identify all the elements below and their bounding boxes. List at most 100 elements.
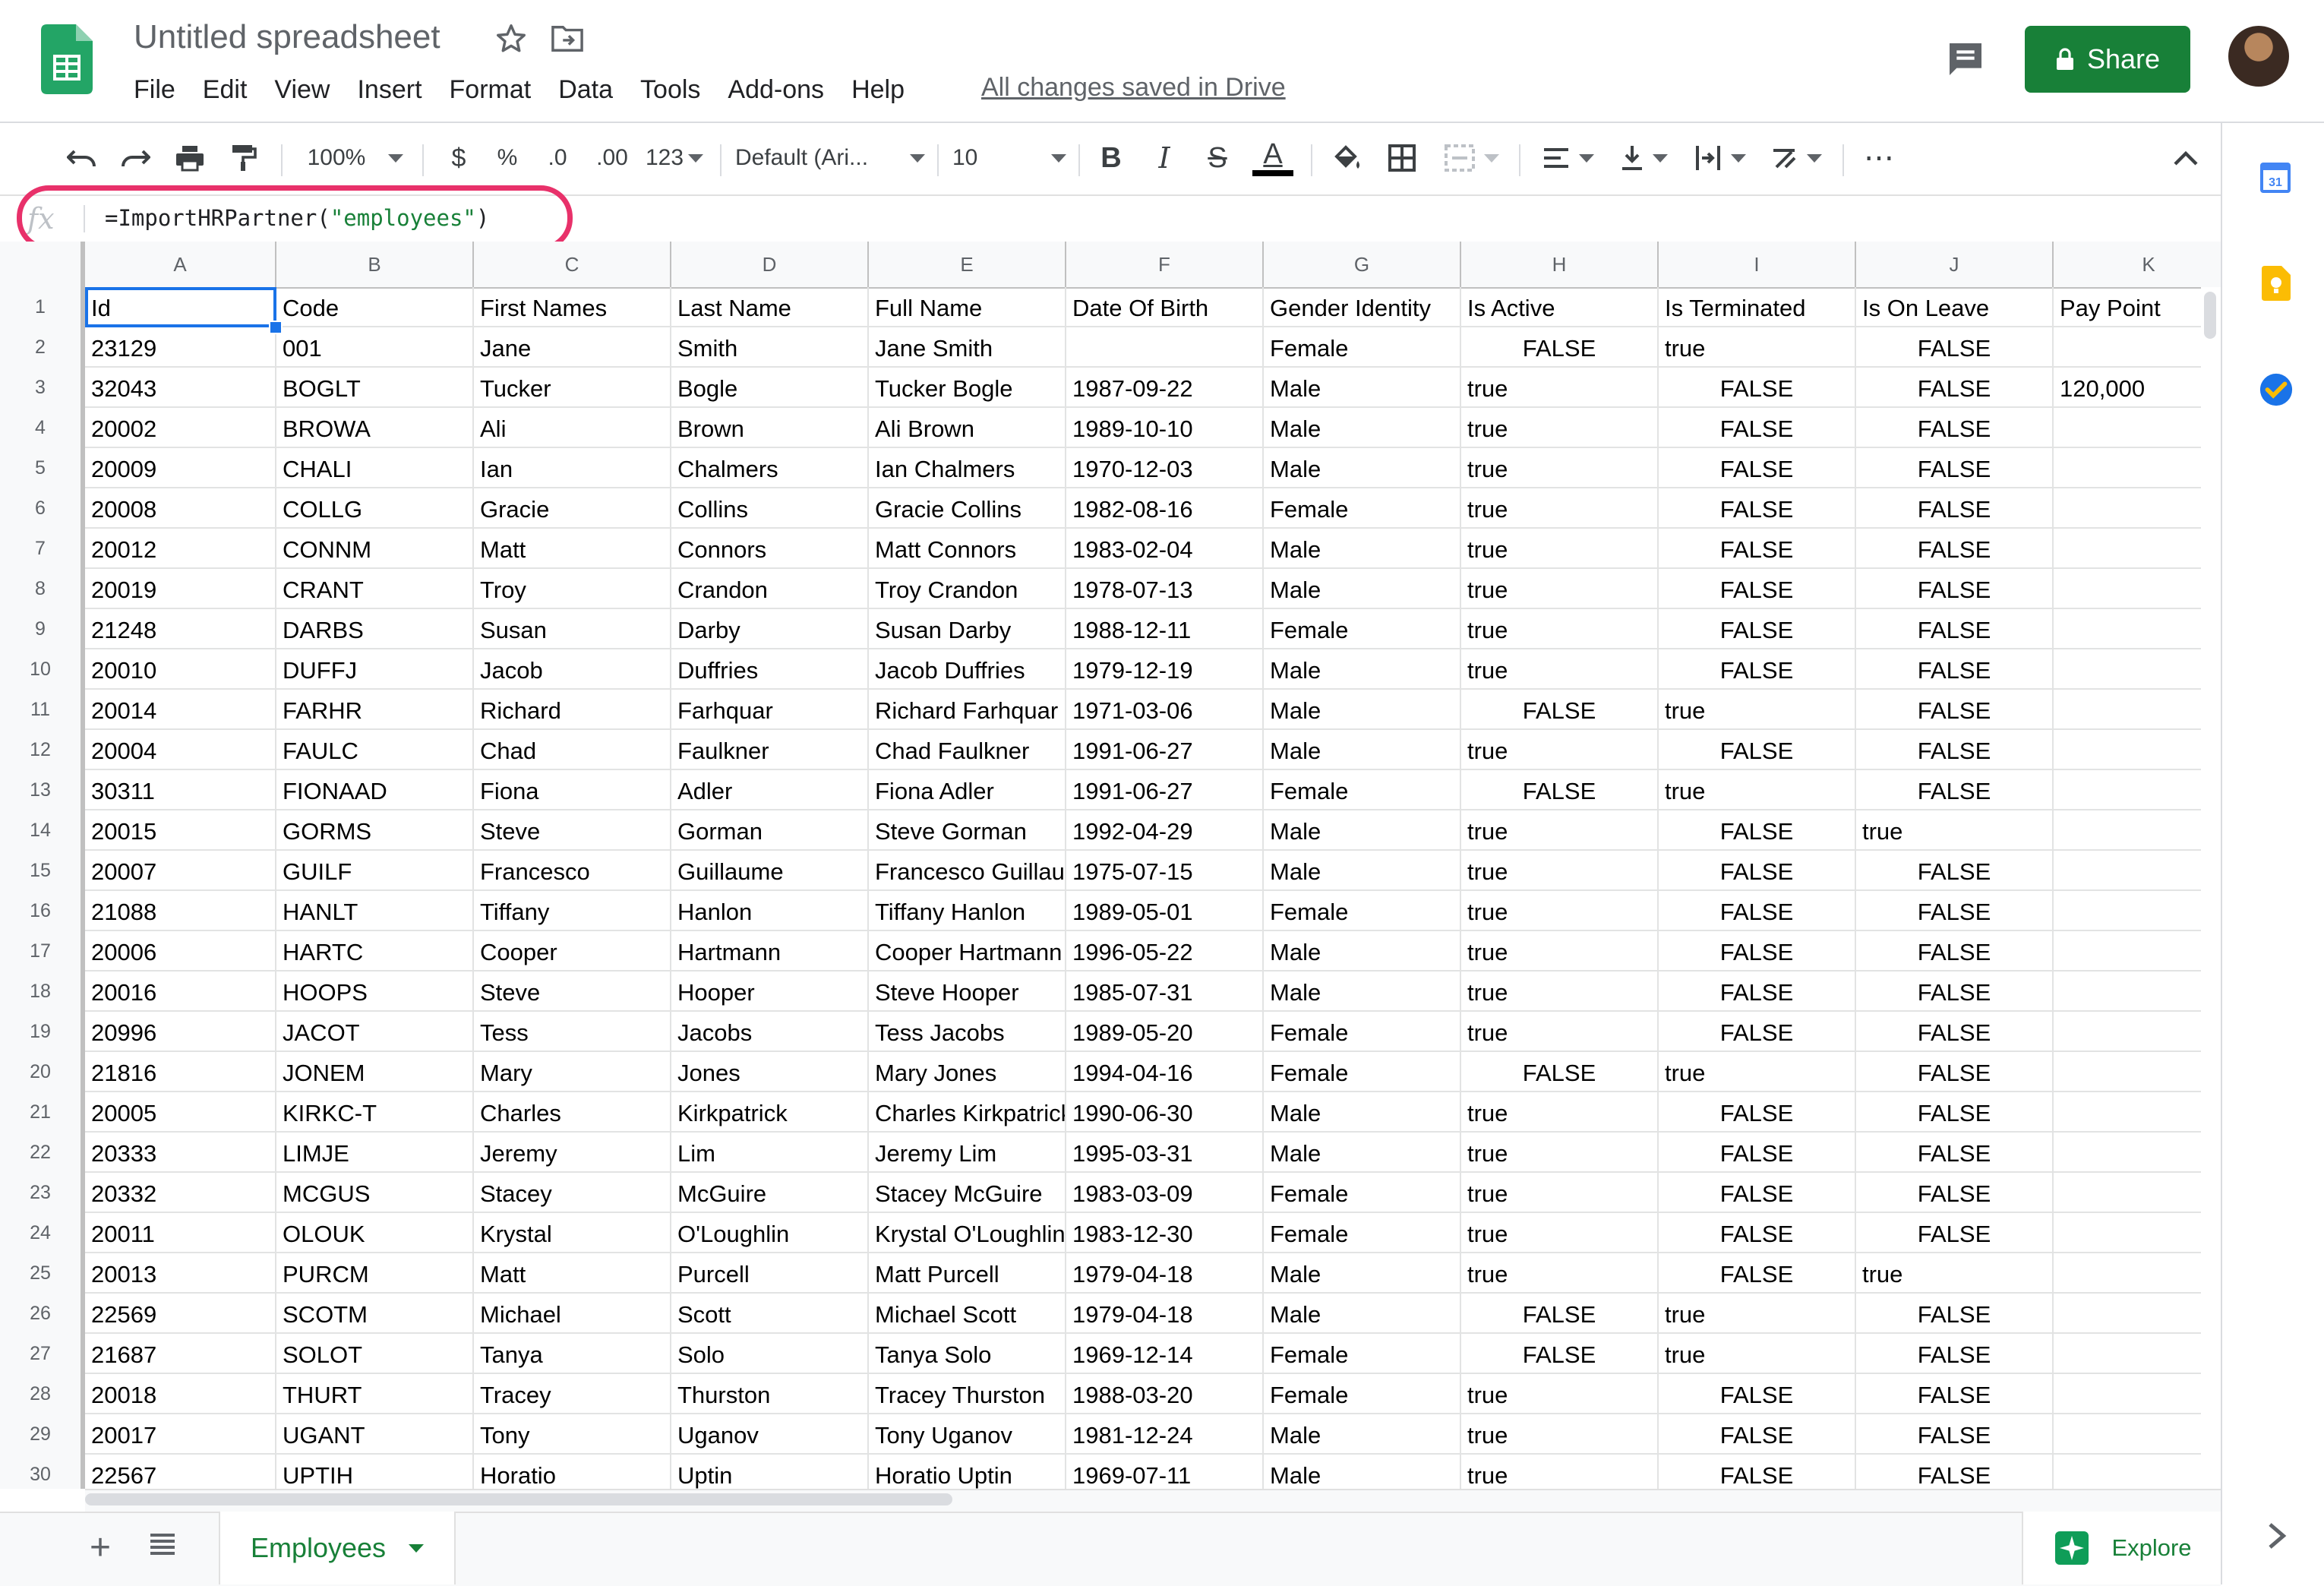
table-cell[interactable]: Scott: [671, 1294, 869, 1334]
menu-help[interactable]: Help: [851, 75, 905, 105]
table-cell[interactable]: FAULC: [276, 730, 474, 770]
table-cell[interactable]: [2054, 609, 2221, 649]
table-cell[interactable]: Male: [1264, 851, 1461, 891]
table-cell[interactable]: true: [1461, 368, 1659, 408]
column-title-cell[interactable]: Pay Point: [2054, 287, 2221, 327]
table-cell[interactable]: 21248: [85, 609, 276, 649]
table-cell[interactable]: 20332: [85, 1173, 276, 1213]
share-button[interactable]: Share: [2025, 26, 2190, 93]
column-header[interactable]: A: [85, 242, 276, 287]
row-number[interactable]: 8: [0, 569, 85, 609]
table-cell[interactable]: 1990-06-30: [1066, 1092, 1264, 1133]
table-cell[interactable]: true: [1461, 1133, 1659, 1173]
column-title-cell[interactable]: Code: [276, 287, 474, 327]
table-cell[interactable]: Ian: [474, 448, 671, 488]
table-cell[interactable]: true: [1461, 1374, 1659, 1414]
table-cell[interactable]: Male: [1264, 529, 1461, 569]
row-number[interactable]: 15: [0, 851, 85, 891]
borders-icon[interactable]: [1381, 137, 1423, 179]
keep-icon[interactable]: [2262, 266, 2291, 301]
table-cell[interactable]: [2054, 1012, 2221, 1052]
table-cell[interactable]: [2054, 1334, 2221, 1374]
table-cell[interactable]: true: [1461, 1092, 1659, 1133]
table-cell[interactable]: Tucker: [474, 368, 671, 408]
table-cell[interactable]: Francesco: [474, 851, 671, 891]
table-cell[interactable]: THURT: [276, 1374, 474, 1414]
table-cell[interactable]: Female: [1264, 488, 1461, 529]
table-cell[interactable]: true: [1461, 972, 1659, 1012]
table-cell[interactable]: FALSE: [1856, 1052, 2054, 1092]
table-cell[interactable]: Tiffany: [474, 891, 671, 931]
table-cell[interactable]: Bogle: [671, 368, 869, 408]
table-cell[interactable]: Male: [1264, 368, 1461, 408]
table-cell[interactable]: Steve Hooper: [869, 972, 1066, 1012]
table-cell[interactable]: 1989-10-10: [1066, 408, 1264, 448]
table-cell[interactable]: Susan Darby: [869, 609, 1066, 649]
table-cell[interactable]: 1991-06-27: [1066, 730, 1264, 770]
text-color-button[interactable]: A: [1250, 137, 1296, 179]
table-cell[interactable]: Male: [1264, 408, 1461, 448]
table-cell[interactable]: Tess: [474, 1012, 671, 1052]
row-number[interactable]: 20: [0, 1052, 85, 1092]
table-cell[interactable]: 1983-12-30: [1066, 1213, 1264, 1253]
table-cell[interactable]: Troy: [474, 569, 671, 609]
row-number[interactable]: 14: [0, 810, 85, 851]
table-cell[interactable]: 20996: [85, 1012, 276, 1052]
menu-insert[interactable]: Insert: [357, 75, 422, 105]
table-cell[interactable]: KIRKC-T: [276, 1092, 474, 1133]
table-cell[interactable]: true: [1659, 327, 1856, 368]
table-cell[interactable]: true: [1659, 1334, 1856, 1374]
table-cell[interactable]: 20014: [85, 690, 276, 730]
table-cell[interactable]: [2054, 529, 2221, 569]
table-cell[interactable]: true: [1659, 770, 1856, 810]
table-cell[interactable]: O'Loughlin: [671, 1213, 869, 1253]
table-cell[interactable]: Male: [1264, 730, 1461, 770]
redo-icon[interactable]: [114, 137, 156, 179]
table-cell[interactable]: FALSE: [1856, 972, 2054, 1012]
table-cell[interactable]: 1975-07-15: [1066, 851, 1264, 891]
merge-cells-icon[interactable]: [1435, 137, 1508, 179]
row-number[interactable]: 29: [0, 1414, 85, 1455]
table-cell[interactable]: FALSE: [1856, 690, 2054, 730]
table-cell[interactable]: 21816: [85, 1052, 276, 1092]
table-cell[interactable]: Steve Gorman: [869, 810, 1066, 851]
table-cell[interactable]: Matt Purcell: [869, 1253, 1066, 1294]
table-cell[interactable]: true: [1461, 1213, 1659, 1253]
table-cell[interactable]: 20015: [85, 810, 276, 851]
column-header[interactable]: F: [1066, 242, 1264, 287]
table-cell[interactable]: Michael Scott: [869, 1294, 1066, 1334]
table-cell[interactable]: FALSE: [1659, 1414, 1856, 1455]
row-number[interactable]: 25: [0, 1253, 85, 1294]
row-number[interactable]: 11: [0, 690, 85, 730]
table-cell[interactable]: Stacey McGuire: [869, 1173, 1066, 1213]
column-title-cell[interactable]: Is On Leave: [1856, 287, 2054, 327]
table-cell[interactable]: Fiona: [474, 770, 671, 810]
table-cell[interactable]: LIMJE: [276, 1133, 474, 1173]
table-cell[interactable]: [2054, 1253, 2221, 1294]
table-cell[interactable]: FALSE: [1461, 1294, 1659, 1334]
tasks-icon[interactable]: [2259, 372, 2294, 407]
row-number[interactable]: 4: [0, 408, 85, 448]
table-cell[interactable]: Jeremy: [474, 1133, 671, 1173]
table-cell[interactable]: BOGLT: [276, 368, 474, 408]
table-cell[interactable]: FALSE: [1659, 569, 1856, 609]
row-number[interactable]: 9: [0, 609, 85, 649]
table-cell[interactable]: FALSE: [1659, 529, 1856, 569]
table-cell[interactable]: 1983-02-04: [1066, 529, 1264, 569]
table-cell[interactable]: FALSE: [1659, 1173, 1856, 1213]
row-number[interactable]: 2: [0, 327, 85, 368]
table-cell[interactable]: 20006: [85, 931, 276, 972]
table-cell[interactable]: 20009: [85, 448, 276, 488]
table-cell[interactable]: FALSE: [1856, 730, 2054, 770]
explore-button[interactable]: Explore: [2022, 1512, 2222, 1584]
table-cell[interactable]: Male: [1264, 931, 1461, 972]
table-cell[interactable]: Female: [1264, 1173, 1461, 1213]
table-cell[interactable]: FALSE: [1856, 1455, 2054, 1489]
table-cell[interactable]: 1969-07-11: [1066, 1455, 1264, 1489]
table-cell[interactable]: 120,000: [2054, 368, 2221, 408]
table-cell[interactable]: FALSE: [1659, 1213, 1856, 1253]
row-number[interactable]: 28: [0, 1374, 85, 1414]
table-cell[interactable]: 1970-12-03: [1066, 448, 1264, 488]
table-cell[interactable]: FALSE: [1659, 609, 1856, 649]
table-cell[interactable]: true: [1461, 408, 1659, 448]
